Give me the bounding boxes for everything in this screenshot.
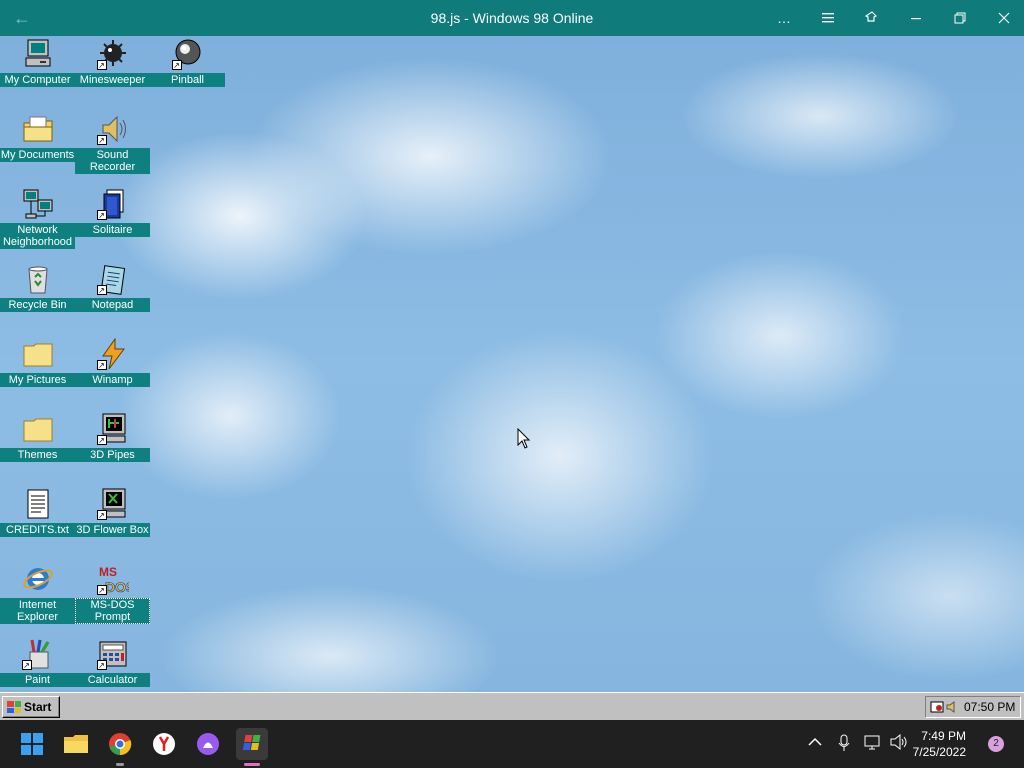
restore-icon (954, 12, 966, 24)
host-date: 7/25/2022 (912, 745, 966, 759)
desktop-icon-paint[interactable]: ↗ Paint (0, 636, 75, 687)
more-options-button[interactable]: … (762, 0, 806, 36)
my-computer-icon (22, 38, 54, 70)
notepad-icon: ↗ (96, 263, 129, 295)
start-button-label: Start (24, 700, 52, 714)
desktop-icon-my-pictures[interactable]: My Pictures (0, 336, 75, 387)
hamburger-icon (822, 13, 834, 23)
pin-icon (865, 11, 878, 22)
calculator-icon: ↗ (96, 638, 129, 670)
desktop-icon-3d-flower-box[interactable]: ↗ 3D Flower Box (75, 486, 150, 537)
microphone-icon[interactable] (838, 734, 850, 755)
windows-start-icon[interactable] (16, 728, 48, 760)
host-time: 7:49 PM (921, 729, 966, 743)
desktop-icon-my-documents[interactable]: My Documents (0, 111, 75, 162)
speaker-icon[interactable] (890, 733, 908, 753)
host-clock[interactable]: 7:49 PM 7/25/2022 (913, 728, 966, 760)
desktop-icon-pinball[interactable]: ↗ Pinball (150, 36, 225, 87)
pinball-icon: ↗ (171, 38, 204, 70)
windows-logo-icon (7, 701, 21, 713)
recycle-bin-icon (22, 263, 54, 295)
minimize-button[interactable] (894, 0, 938, 36)
close-button[interactable] (982, 0, 1024, 36)
3d-flower-box-icon: ↗ (96, 488, 129, 520)
folder-icon (22, 413, 54, 445)
svg-text:MS: MS (99, 565, 117, 579)
desktop-icon-internet-explorer[interactable]: Internet Explorer (0, 561, 75, 624)
desktop-icon-recycle-bin[interactable]: Recycle Bin (0, 261, 75, 312)
desktop-icon-sound-recorder[interactable]: ↗ Sound Recorder (75, 111, 150, 174)
notification-badge[interactable]: 2 (988, 736, 1004, 752)
app-title-bar: ← 98.js - Windows 98 Online … (0, 0, 1024, 36)
desktop-icon-solitaire[interactable]: ↗ Solitaire (75, 186, 150, 237)
winamp-icon: ↗ (96, 337, 129, 370)
network-neighborhood-icon (22, 188, 54, 220)
folder-icon (22, 338, 54, 370)
desktop-icon-credits[interactable]: CREDITS.txt (0, 486, 75, 537)
win98-taskbar: Start 07:50 PM (0, 692, 1024, 720)
paint-icon: ↗ (21, 638, 54, 670)
desktop-icon-winamp[interactable]: ↗ Winamp (75, 336, 150, 387)
start-button[interactable]: Start (2, 696, 60, 718)
win98-clock[interactable]: 07:50 PM (964, 700, 1015, 714)
desktop-icon-my-computer[interactable]: My Computer (0, 36, 75, 87)
internet-explorer-icon (22, 563, 54, 595)
98js-app-icon[interactable] (236, 728, 268, 766)
network-icon[interactable] (864, 734, 882, 753)
my-documents-icon (22, 113, 54, 145)
host-taskbar: 7:49 PM 7/25/2022 2 (0, 720, 1024, 768)
desktop-icon-network-neighborhood[interactable]: Network Neighborhood (0, 186, 75, 249)
system-tray: 07:50 PM (925, 696, 1021, 718)
chevron-up-icon[interactable] (808, 734, 822, 750)
desktop[interactable]: My Computer My Documents Network Neighbo… (0, 36, 1024, 692)
minesweeper-icon: ↗ (96, 38, 129, 70)
mouse-cursor-icon (517, 428, 531, 449)
desktop-icon-calculator[interactable]: ↗ Calculator (75, 636, 150, 687)
menu-button[interactable] (806, 0, 850, 36)
restore-button[interactable] (938, 0, 982, 36)
yandex-browser-icon[interactable] (148, 728, 180, 760)
minimize-icon (911, 18, 921, 20)
alice-icon[interactable] (192, 728, 224, 760)
desktop-icon-minesweeper[interactable]: ↗ Minesweeper (75, 36, 150, 87)
ms-dos-icon: MSDOS ↗ (96, 563, 135, 595)
task-scheduler-icon[interactable] (930, 701, 944, 713)
pin-button[interactable] (850, 0, 894, 36)
desktop-icon-notepad[interactable]: ↗ Notepad (75, 261, 150, 312)
file-explorer-icon[interactable] (60, 728, 92, 760)
close-icon (998, 12, 1010, 24)
solitaire-icon: ↗ (96, 188, 129, 220)
3d-pipes-icon: ↗ (96, 413, 129, 445)
desktop-icon-ms-dos-prompt[interactable]: MSDOS ↗ MS-DOS Prompt (75, 561, 150, 624)
chrome-icon[interactable] (104, 728, 136, 766)
desktop-icon-3d-pipes[interactable]: ↗ 3D Pipes (75, 411, 150, 462)
text-file-icon (22, 488, 54, 520)
svg-text:DOS: DOS (105, 579, 129, 595)
sound-recorder-icon: ↗ (96, 113, 129, 145)
desktop-icon-themes[interactable]: Themes (0, 411, 75, 462)
volume-icon[interactable] (946, 701, 958, 713)
